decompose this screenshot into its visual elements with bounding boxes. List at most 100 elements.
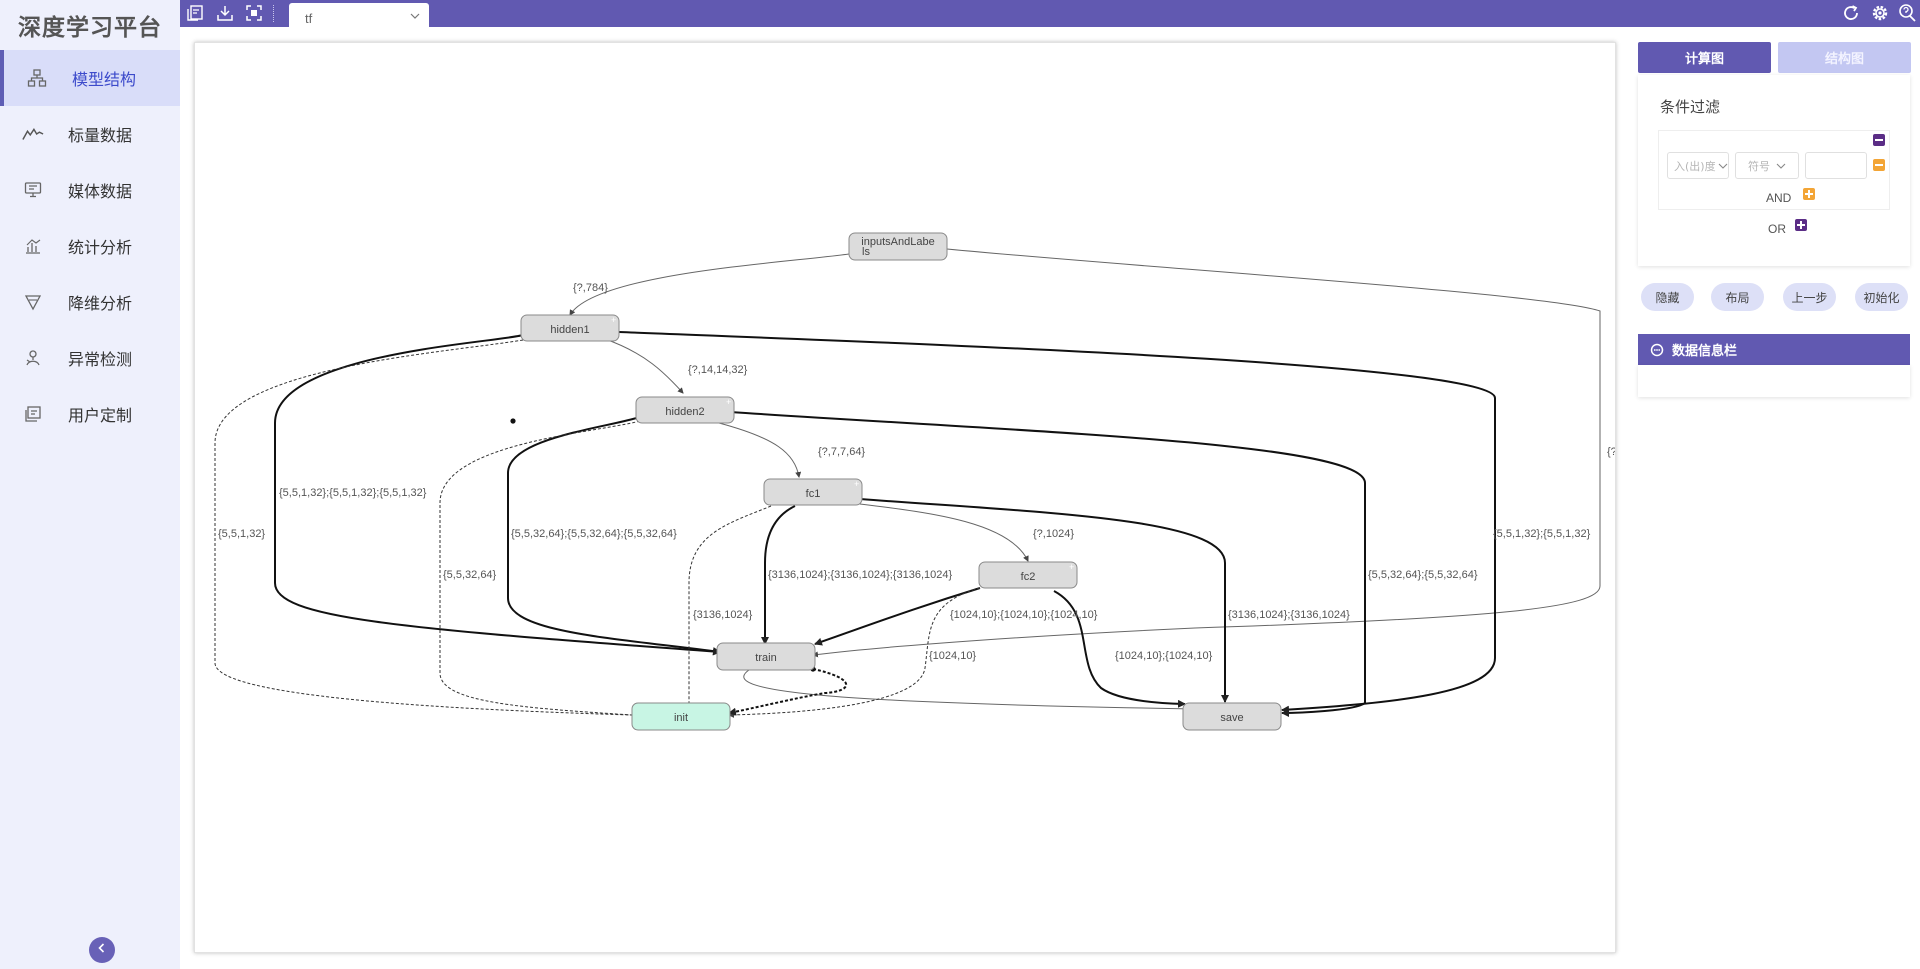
add-and-button[interactable] <box>1803 188 1815 200</box>
data-info-header: 数据信息栏 <box>1638 334 1910 365</box>
edge-label: {1024,10};{1024,10} <box>1115 650 1213 662</box>
node-hidden1[interactable]: hidden1 + <box>520 314 620 342</box>
symbol-select[interactable]: 符号 <box>1735 152 1799 179</box>
compute-graph-button[interactable]: 计算图 <box>1638 42 1771 73</box>
reset-button[interactable]: 初始化 <box>1855 283 1908 311</box>
value-input[interactable] <box>1805 152 1867 179</box>
edge-label: {1024,10} <box>929 650 976 662</box>
tab-label: tf <box>305 11 313 26</box>
or-label: OR <box>1768 222 1786 236</box>
app-title: 深度学习平台 <box>18 15 162 41</box>
edge-label: {? <box>1607 446 1616 458</box>
expand-plus-icon[interactable]: + <box>726 397 731 407</box>
node-hidden2[interactable]: hidden2 + <box>635 396 735 424</box>
compute-graph[interactable]: {?,784} {?,14,14,32} {?,7,7,64} {?,1024}… <box>195 43 1616 953</box>
sidebar-item-label: 媒体数据 <box>68 182 133 201</box>
edge-label: {3136,1024} <box>693 609 753 621</box>
sidebar-item-label: 统计分析 <box>68 238 133 257</box>
node-label: hidden1 <box>550 324 589 336</box>
edge-fc1-fc2 <box>859 503 1029 562</box>
node-fc1[interactable]: fc1 + <box>763 478 863 506</box>
refresh-icon[interactable] <box>1841 3 1861 23</box>
node-label: inputsAndLabe <box>861 236 934 248</box>
edge-label: {3136,1024};{3136,1024};{3136,1024} <box>768 569 952 581</box>
edge-label: {5,5,1,32};{5,5,1,32} <box>1493 528 1591 540</box>
node-train[interactable]: train <box>716 642 816 671</box>
node-label: fc2 <box>1021 571 1036 583</box>
sidebar-item-scalar-data[interactable]: 标量数据 <box>0 106 180 162</box>
sidebar-item-dim-reduction[interactable]: 降维分析 <box>0 274 180 330</box>
chevron-left-icon <box>96 941 108 959</box>
node-label: init <box>674 712 688 724</box>
expand-plus-icon[interactable]: + <box>854 479 859 489</box>
sidebar-collapse-button[interactable] <box>89 937 115 963</box>
edge-label: {?,14,14,32} <box>688 364 748 376</box>
degree-select[interactable]: 入(出)度 <box>1667 152 1729 179</box>
edge-train-init <box>728 668 847 716</box>
top-toolbar: tf <box>180 0 1920 27</box>
structure-graph-button[interactable]: 结构图 <box>1778 42 1911 73</box>
node-label: ls <box>862 246 870 258</box>
data-info-title: 数据信息栏 <box>1672 344 1738 359</box>
edge-label: {1024,10};{1024,10};{1024,10} <box>950 609 1098 621</box>
edge-anchor-dot <box>510 418 516 424</box>
node-init[interactable]: init <box>631 702 731 731</box>
remove-group-button[interactable] <box>1873 134 1885 146</box>
and-label: AND <box>1766 191 1792 205</box>
import-icon[interactable] <box>185 3 205 23</box>
graph-canvas[interactable]: {?,784} {?,14,14,32} {?,7,7,64} {?,1024}… <box>194 42 1616 953</box>
hierarchy-icon <box>26 67 48 89</box>
layout-button[interactable]: 布局 <box>1711 283 1764 311</box>
edge-label: {5,5,1,32} <box>218 528 265 540</box>
expand-plus-icon[interactable]: + <box>1069 562 1074 572</box>
sidebar-item-label: 异常检测 <box>68 350 133 369</box>
condition-filter-panel: 条件过滤 入(出)度 符号 AND OR <box>1638 75 1910 266</box>
monitor-icon <box>22 179 44 201</box>
sidebar-item-label: 用户定制 <box>68 406 133 425</box>
settings-icon[interactable] <box>1870 3 1890 23</box>
funnel-icon <box>22 291 44 313</box>
edge-label: {5,5,32,64} <box>443 569 497 581</box>
hide-button[interactable]: 隐藏 <box>1641 283 1694 311</box>
sidebar-item-media-data[interactable]: 媒体数据 <box>0 162 180 218</box>
anomaly-icon <box>22 347 44 369</box>
line-chart-icon <box>22 123 44 145</box>
edge-inputs-train <box>812 248 1601 658</box>
degree-placeholder: 入(出)度 <box>1674 159 1716 173</box>
node-save[interactable]: save <box>1182 702 1282 731</box>
undo-button[interactable]: 上一步 <box>1783 283 1836 311</box>
add-or-button[interactable] <box>1795 219 1807 231</box>
edge-label: {3136,1024};{3136,1024} <box>1228 609 1350 621</box>
edge-inputs-hidden1 <box>569 253 850 316</box>
fullscreen-icon[interactable] <box>244 3 264 23</box>
filter-title: 条件过滤 <box>1660 98 1721 116</box>
help-icon[interactable] <box>1898 3 1918 23</box>
chevron-down-icon[interactable] <box>409 8 421 26</box>
sidebar-item-user-custom[interactable]: 用户定制 <box>0 386 180 442</box>
edge-hidden1-hidden2 <box>604 338 684 394</box>
edge-label: {?,784} <box>573 282 608 294</box>
node-fc2[interactable]: fc2 + <box>978 561 1078 589</box>
sidebar-item-model-structure[interactable]: 模型结构 <box>0 50 180 106</box>
sidebar-item-anomaly-detection[interactable]: 异常检测 <box>0 330 180 386</box>
filter-condition-group: 入(出)度 符号 AND <box>1658 130 1890 210</box>
remove-condition-button[interactable] <box>1873 159 1885 171</box>
download-icon[interactable] <box>215 3 235 23</box>
symbol-placeholder: 符号 <box>1748 159 1770 173</box>
sidebar-item-statistics[interactable]: 统计分析 <box>0 218 180 274</box>
edge-label: {5,5,32,64};{5,5,32,64};{5,5,32,64} <box>511 528 677 540</box>
chevron-down-icon <box>1776 163 1786 169</box>
toolbar-divider <box>273 5 274 22</box>
edge-init-fc1 <box>688 505 772 703</box>
expand-plus-icon[interactable]: + <box>611 315 616 325</box>
edge-fc2-save <box>1053 590 1186 708</box>
edge-label: {?,7,7,64} <box>818 446 865 458</box>
tab-tf[interactable]: tf <box>289 3 429 27</box>
edge-label: {?,1024} <box>1033 528 1074 540</box>
node-label: train <box>755 652 776 664</box>
node-label: fc1 <box>806 488 821 500</box>
edge-train-save <box>743 669 1196 712</box>
node-inputsandlabels[interactable]: inputsAndLabe ls <box>848 232 948 261</box>
data-info-body <box>1638 365 1910 397</box>
edge-init-hidden2 <box>439 420 641 716</box>
